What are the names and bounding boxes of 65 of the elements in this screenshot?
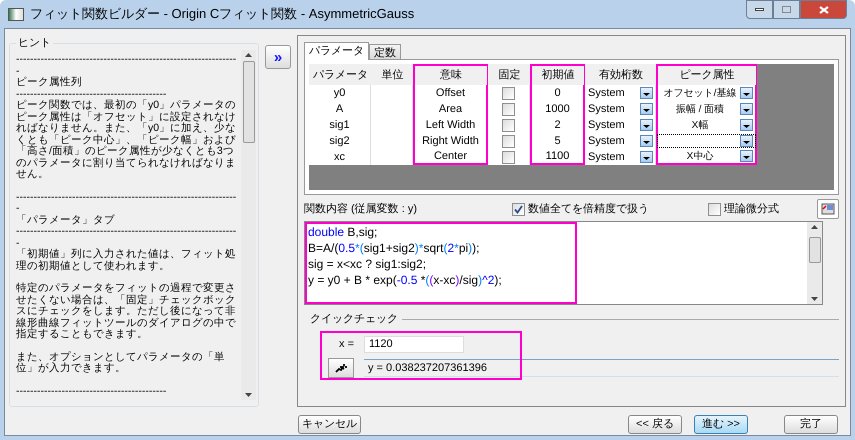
scroll-down-icon[interactable] <box>245 393 252 397</box>
code-line: sig = x<xc ? sig1:sig2; <box>308 256 428 272</box>
checkbox[interactable] <box>502 86 515 100</box>
column-header: 単位 <box>380 68 404 84</box>
table-cell: Center <box>413 149 488 165</box>
result-field: y = 0.038237207361396 <box>364 358 839 376</box>
checkbox[interactable] <box>502 134 515 148</box>
minimize-button[interactable] <box>746 0 773 19</box>
tab[interactable]: 定数 <box>369 44 401 60</box>
scroll-down-icon[interactable] <box>811 297 818 301</box>
tab[interactable]: パラメータ <box>304 42 369 60</box>
digits-dropdown[interactable]: System <box>585 149 656 165</box>
hint-text: 特定のパラメータをフィットの過程で変更させたくない場合は、「固定」チェックボックスにチェックをします。ただし後になって非線形曲線フィットツールのダイアログの中で指定することもできます。 <box>16 283 237 340</box>
finish-button[interactable]: 完了 <box>784 415 838 434</box>
running-figure-icon <box>334 362 348 372</box>
checkbox[interactable] <box>708 202 721 216</box>
next-button[interactable]: 進む >> <box>694 415 748 434</box>
scroll-thumb[interactable] <box>242 61 254 143</box>
maximize-button[interactable] <box>773 0 800 19</box>
run-button[interactable] <box>328 358 354 378</box>
table-cell: 1100 <box>530 149 585 165</box>
x-input-field[interactable]: 1120 <box>364 336 464 352</box>
column-header: 有効桁数 <box>598 68 644 84</box>
scroll-thumb[interactable] <box>808 237 820 263</box>
peak-attribute-dropdown[interactable]: X中心 <box>656 149 757 165</box>
hint-group-title: ヒント <box>16 36 53 50</box>
column-header: 固定 <box>498 68 522 84</box>
hint-text: ---------------------------------------------------------------- <box>16 192 238 214</box>
scroll-up-icon[interactable] <box>811 225 818 229</box>
hint-text: ------------------------------------------- <box>16 386 168 397</box>
editor-tool-button[interactable] <box>817 199 839 219</box>
hint-text: また、オプションとしてパラメータの「単位」が入力できます。 <box>16 352 226 374</box>
option-label: 理論微分式 <box>724 202 779 217</box>
hint-text: ---------------------------------------------------------------- <box>16 54 238 76</box>
code-line: y = y0 + B * exp(-0.5 *((x-xc)/sig)^2); <box>308 272 503 288</box>
function-label: 関数内容 (従属変数 : y) <box>304 202 418 217</box>
close-button[interactable] <box>800 0 847 19</box>
option-label: 数値全てを倍精度で扱う <box>528 202 649 217</box>
scrollbar[interactable] <box>807 222 822 304</box>
cancel-button[interactable]: キャンセル <box>298 415 361 434</box>
window-title: フィット関数ビルダー - Origin Cフィット関数 - AsymmetricGauss <box>30 5 414 24</box>
hint-text: ------------------------------------------- <box>16 88 168 100</box>
code-line: B=A/(0.5*(sig1+sig2)*sqrt(2*pi)); <box>308 240 480 256</box>
checkbox[interactable] <box>502 150 515 164</box>
checkbox[interactable] <box>502 102 515 116</box>
quick-check-title: クイックチェック <box>310 312 398 327</box>
x-label: x = <box>338 336 354 352</box>
window-icon <box>821 203 835 215</box>
code-editor[interactable]: double B,sig; B=A/(0.5*(sig1+sig2)*sqrt(2*pi)); sig = x<xc ? sig1:sig2; y = y0 + B * exp(-0.5 *((x-xc)/sig)^2); <box>305 222 577 304</box>
app-icon <box>8 8 24 20</box>
checkbox[interactable] <box>512 202 525 216</box>
scrollbar[interactable] <box>241 50 256 400</box>
scroll-up-icon[interactable] <box>245 53 252 57</box>
hint-text: ピーク関数では、最初の「y0」パラメータのピーク属性は「オフセット」に設定されなければなりません。また、「y0」に加え、少なくとも「ピーク中心」、「ピーク幅」および「高さ/面積」のピーク属性が少なくとも3つのパラメータに割り当てられなければなりません。 <box>16 100 238 180</box>
table-cell: xc <box>309 149 371 165</box>
hint-text: ---------------------------------------------------------------- <box>16 226 238 248</box>
code-line: double B,sig; <box>308 224 378 240</box>
column-header: パラメータ <box>312 68 369 84</box>
hint-text: ピーク属性列 <box>16 77 83 88</box>
close-icon <box>818 6 828 14</box>
checkbox[interactable] <box>502 118 515 132</box>
back-button[interactable]: << 戻る <box>628 415 682 434</box>
expand-button[interactable]: » <box>265 45 291 69</box>
hint-text: 「初期値」列に入力された値は、フィット処理の初期値として使われます。 <box>16 249 237 272</box>
hint-text: 「パラメータ」タブ <box>16 214 116 226</box>
